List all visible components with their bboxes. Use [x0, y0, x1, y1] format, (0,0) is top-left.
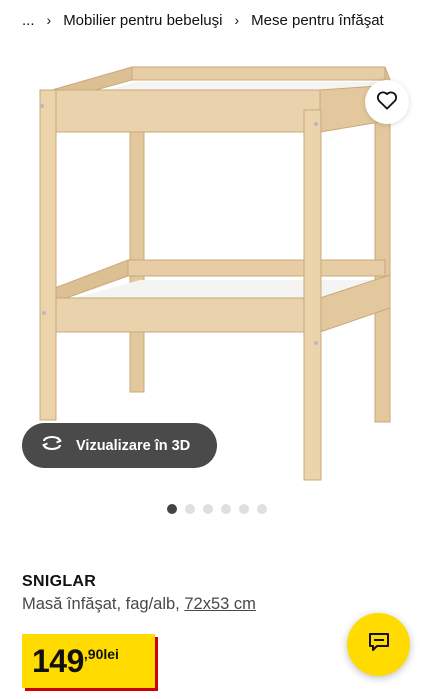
heart-icon — [376, 90, 398, 115]
breadcrumb-separator-icon: › — [46, 12, 52, 28]
image-carousel-indicator — [0, 504, 433, 514]
breadcrumb: ... › Mobilier pentru bebeluşi › Mese pe… — [0, 0, 433, 40]
price-integer: 149 — [32, 643, 84, 679]
breadcrumb-separator-icon: › — [234, 12, 240, 28]
carousel-dot[interactable] — [220, 504, 231, 514]
view-in-3d-button[interactable]: Vizualizare în 3D — [22, 423, 217, 468]
breadcrumb-more[interactable]: ... — [22, 12, 35, 29]
add-to-favourites-button[interactable] — [365, 80, 409, 124]
rotate-3d-icon — [40, 434, 64, 457]
price-currency: lei — [103, 646, 119, 662]
carousel-dot[interactable] — [184, 504, 195, 514]
carousel-dot[interactable] — [256, 504, 267, 514]
breadcrumb-item-changing-tables[interactable]: Mese pentru înfăşat — [251, 12, 384, 29]
price-decimal: ,90 — [83, 646, 104, 662]
breadcrumb-item-baby-furniture[interactable]: Mobilier pentru bebeluşi — [63, 12, 222, 29]
product-type: Masă înfăşat, fag/alb, — [22, 595, 185, 613]
product-description: Masă înfăşat, fag/alb, 72x53 cm — [22, 595, 256, 614]
carousel-dot[interactable] — [238, 504, 249, 514]
carousel-dot[interactable] — [166, 504, 177, 514]
chat-button[interactable] — [347, 613, 410, 676]
carousel-dot[interactable] — [202, 504, 213, 514]
product-dimensions-link[interactable]: 72x53 cm — [184, 595, 256, 613]
price-tag: 149 ,90 lei — [22, 634, 155, 688]
chat-icon — [367, 630, 391, 659]
view-in-3d-label: Vizualizare în 3D — [76, 437, 191, 454]
product-name: SNIGLAR — [22, 573, 97, 590]
